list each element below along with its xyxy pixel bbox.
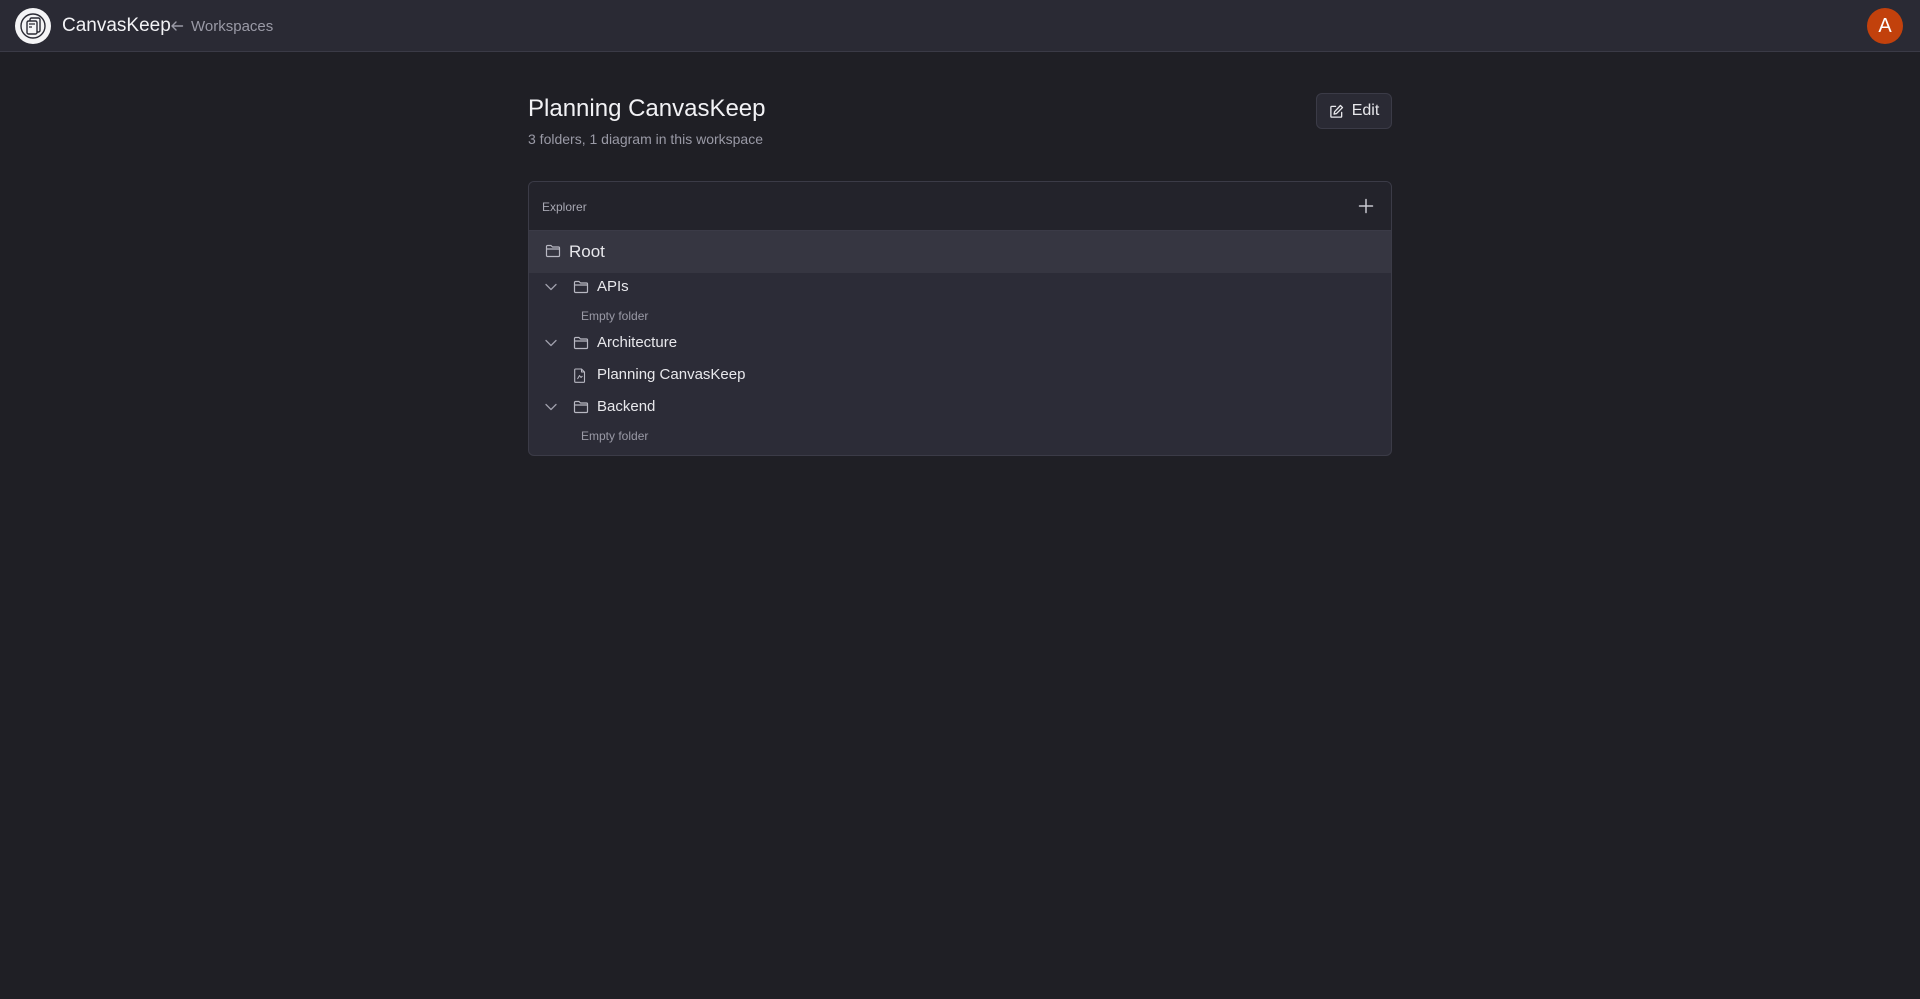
- folder-icon: [545, 244, 561, 258]
- canvaskeep-logo-icon[interactable]: [15, 8, 51, 44]
- tree-item-label: APIs: [597, 278, 629, 295]
- tree-item-label: Architecture: [597, 334, 678, 351]
- add-item-button[interactable]: [1355, 195, 1377, 217]
- tree-item-label: Planning CanvasKeep: [597, 366, 746, 383]
- avatar-initial: A: [1878, 14, 1892, 37]
- user-avatar[interactable]: A: [1867, 8, 1903, 44]
- file-diagram-icon: [573, 368, 587, 383]
- folder-icon: [573, 400, 589, 414]
- chevron-down-icon[interactable]: [544, 337, 558, 349]
- edit-button[interactable]: Edit: [1316, 93, 1392, 129]
- empty-folder-note: Empty folder: [581, 429, 649, 443]
- explorer-panel: Explorer Root APIs Empty folder Architec…: [528, 181, 1392, 456]
- page-subtitle: 3 folders, 1 diagram in this workspace: [528, 131, 763, 147]
- back-link-label: Workspaces: [191, 17, 274, 35]
- back-to-workspaces-link[interactable]: Workspaces: [170, 16, 273, 36]
- tree-diagram-planning-canvaskeep[interactable]: Planning CanvasKeep: [529, 361, 1391, 389]
- folder-icon: [573, 336, 589, 350]
- tree-folder-architecture[interactable]: Architecture: [529, 329, 1391, 357]
- arrow-left-icon: [171, 21, 184, 31]
- tree-item-label: Backend: [597, 398, 656, 415]
- tree-folder-apis[interactable]: APIs: [529, 273, 1391, 301]
- top-bar: CanvasKeep Workspaces A: [0, 0, 1920, 52]
- page-title: Planning CanvasKeep: [528, 95, 766, 122]
- folder-icon: [573, 280, 589, 294]
- tree-item-root[interactable]: Root: [529, 231, 1391, 273]
- tree-folder-backend[interactable]: Backend: [529, 393, 1391, 421]
- tree-item-label: Root: [569, 242, 605, 261]
- chevron-down-icon[interactable]: [544, 281, 558, 293]
- edit-button-label: Edit: [1351, 102, 1380, 119]
- plus-icon: [1358, 198, 1374, 214]
- pencil-square-icon: [1329, 104, 1343, 118]
- explorer-header: Explorer: [529, 182, 1391, 231]
- brand-name[interactable]: CanvasKeep: [62, 14, 171, 38]
- empty-folder-note: Empty folder: [581, 309, 649, 323]
- explorer-label: Explorer: [542, 200, 587, 214]
- chevron-down-icon[interactable]: [544, 401, 558, 413]
